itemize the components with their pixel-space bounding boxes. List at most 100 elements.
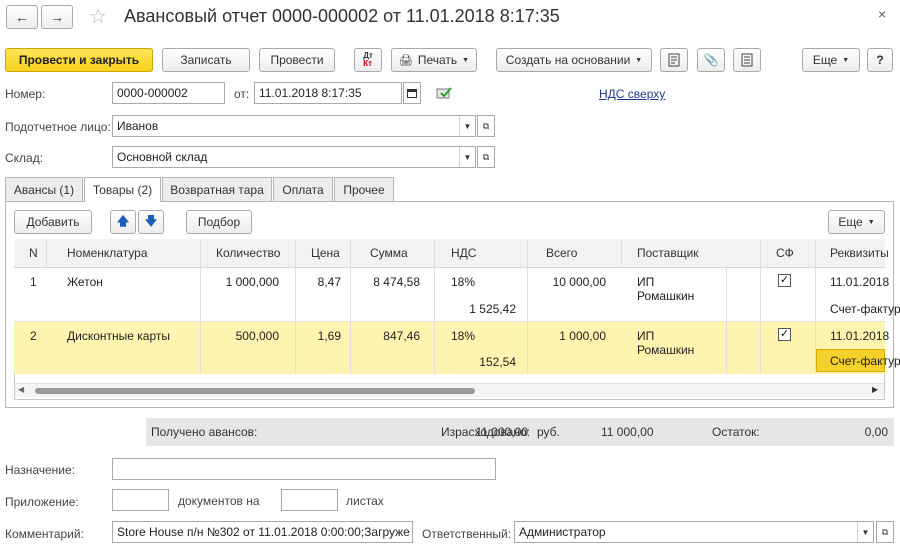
move-down-button[interactable]: 🡇 [138, 210, 164, 234]
more-label: Еще [812, 53, 838, 67]
save-button[interactable]: Записать [162, 48, 250, 72]
arrow-left-icon: ← [15, 9, 29, 25]
tab-payment[interactable]: Оплата [273, 177, 333, 201]
print-label: Печать [417, 53, 458, 67]
sf-checkbox[interactable]: ✓ [778, 274, 791, 287]
accountable-person-field[interactable]: Иванов ▼ [112, 115, 476, 137]
col-vat[interactable]: НДС [451, 246, 476, 260]
col-supplier[interactable]: Поставщик [637, 246, 699, 260]
col-requisites[interactable]: Реквизиты [830, 246, 889, 260]
attachment-button[interactable]: 📎 [697, 48, 725, 72]
warehouse-value: Основной склад [117, 150, 208, 164]
active-cell[interactable]: Счет-фактура [816, 349, 900, 372]
page-title: Авансовый отчет 0000-000002 от 11.01.201… [124, 6, 560, 26]
vat-rate: 18% [451, 329, 476, 343]
vat-rate: 18% [451, 275, 476, 289]
post-button[interactable]: Провести [259, 48, 335, 72]
paperclip-icon: 📎 [703, 53, 719, 67]
more-button[interactable]: Еще ▼ [802, 48, 860, 72]
quantity: 500,000 [235, 329, 279, 343]
post-and-close-button[interactable]: Провести и закрыть [5, 48, 153, 72]
close-icon[interactable]: × [878, 6, 886, 22]
date-field[interactable]: 11.01.2018 8:17:35 [254, 82, 402, 104]
warehouse-field[interactable]: Основной склад ▼ [112, 146, 476, 168]
col-total[interactable]: Всего [546, 246, 577, 260]
chevron-down-icon: ▼ [867, 218, 875, 226]
comment-field[interactable]: Store House п/н №302 от 11.01.2018 0:00:… [112, 521, 413, 543]
help-button[interactable]: ? [867, 48, 893, 72]
total: 10 000,00 [552, 275, 606, 289]
chevron-down-icon: ▼ [462, 56, 470, 64]
horizontal-scrollbar[interactable]: ◀ ▶ [15, 383, 884, 397]
tab-other[interactable]: Прочее [334, 177, 394, 201]
responsible-field[interactable]: Администратор ▼ [514, 521, 874, 543]
table-row[interactable]: 1 Жетон 1 000,000 8,47 8 474,58 18% 1 52… [14, 268, 900, 322]
forward-button[interactable]: → [41, 5, 73, 29]
dt-kt-icon: Дт Кт [363, 51, 373, 68]
col-item[interactable]: Номенклатура [67, 246, 148, 260]
structure-button[interactable] [733, 48, 761, 72]
column-divider [527, 239, 528, 374]
column-divider [726, 268, 727, 374]
open-person-button[interactable]: ⧉ [477, 115, 495, 137]
create-based-on-button[interactable]: Создать на основании ▼ [496, 48, 652, 72]
column-divider [621, 239, 622, 268]
vat-sum: 152,54 [479, 355, 516, 369]
vat-on-top-link[interactable]: НДС сверху [599, 87, 665, 101]
number-field[interactable]: 0000-000002 [112, 82, 225, 104]
requisites-doc: Счет-фактура [830, 302, 900, 316]
col-quantity[interactable]: Количество [216, 246, 280, 260]
scroll-right-icon[interactable]: ▶ [872, 385, 878, 394]
column-divider [815, 239, 816, 374]
tab-advances[interactable]: Авансы (1) [5, 177, 83, 201]
responsible-label: Ответственный: [422, 527, 512, 541]
back-button[interactable]: ← [6, 5, 38, 29]
col-price[interactable]: Цена [311, 246, 340, 260]
tab-returnable-packaging[interactable]: Возвратная тара [162, 177, 272, 201]
open-warehouse-button[interactable]: ⧉ [477, 146, 495, 168]
supplier-line1: ИП [637, 329, 655, 343]
price: 8,47 [317, 275, 341, 289]
column-divider [760, 239, 761, 374]
scroll-thumb[interactable] [35, 388, 475, 394]
column-divider [46, 239, 47, 268]
report-button[interactable] [660, 48, 688, 72]
sf-checkbox[interactable]: ✓ [778, 328, 791, 341]
date-label: от: [234, 87, 250, 101]
chevron-down-icon[interactable]: ▼ [459, 147, 475, 167]
chevron-down-icon[interactable]: ▼ [857, 522, 873, 542]
printer-icon: 🖨 [398, 54, 413, 67]
chevron-down-icon[interactable]: ▼ [459, 116, 475, 136]
table-row-selected[interactable]: 2 Дисконтные карты 500,000 1,69 847,46 1… [14, 322, 900, 374]
item-name: Дисконтные карты [67, 329, 170, 343]
calendar-button[interactable] [403, 82, 421, 104]
move-up-button[interactable]: 🡅 [110, 210, 136, 234]
column-divider [200, 239, 201, 374]
accountable-person-label: Подотчетное лицо: [5, 120, 111, 134]
chevron-down-icon: ▼ [635, 56, 643, 64]
favorite-star-icon[interactable]: ☆ [89, 4, 107, 29]
spent-value: 11 000,00 [601, 425, 654, 439]
attachment-docs-field[interactable] [112, 489, 169, 511]
number-label: Номер: [5, 87, 46, 101]
col-sf[interactable]: СФ [776, 246, 794, 260]
currency-label: руб. [537, 425, 560, 439]
dt-kt-button[interactable]: Дт Кт [354, 48, 382, 72]
open-responsible-button[interactable]: ⧉ [876, 521, 894, 543]
scroll-left-icon[interactable]: ◀ [18, 385, 24, 394]
grid-more-button[interactable]: Еще ▼ [828, 210, 885, 234]
balance-value: 0,00 [864, 425, 888, 439]
arrow-down-icon: 🡇 [144, 213, 158, 228]
col-sum[interactable]: Сумма [370, 246, 408, 260]
tab-goods[interactable]: Товары (2) [84, 177, 161, 202]
purpose-field[interactable] [112, 458, 496, 480]
row-number: 1 [30, 275, 37, 289]
col-n[interactable]: N [29, 246, 38, 260]
pick-button[interactable]: Подбор [186, 210, 252, 234]
purpose-label: Назначение: [5, 463, 76, 477]
add-button[interactable]: Добавить [14, 210, 92, 234]
open-icon: ⧉ [482, 120, 490, 131]
print-button[interactable]: 🖨 Печать ▼ [391, 48, 477, 72]
attachment-label: Приложение: [5, 495, 79, 509]
attachment-sheets-field[interactable] [281, 489, 338, 511]
